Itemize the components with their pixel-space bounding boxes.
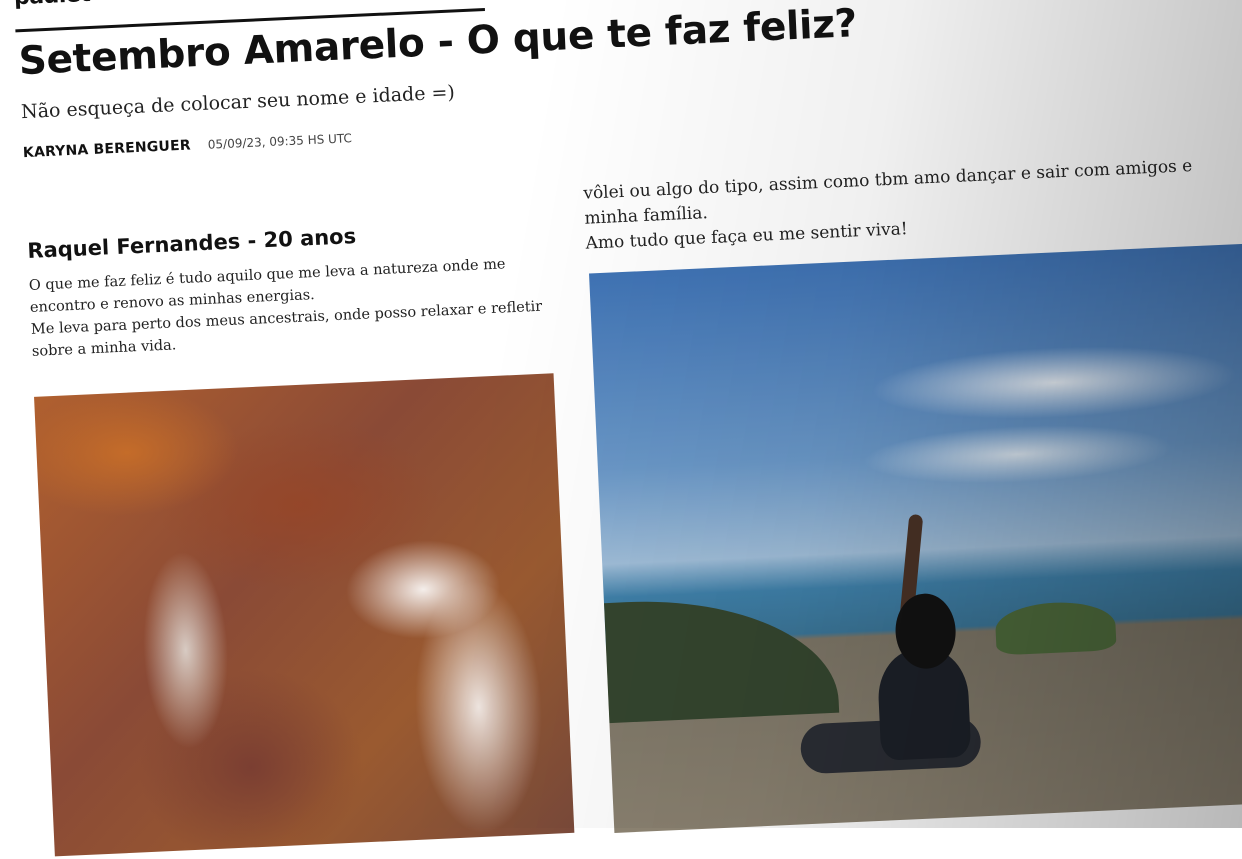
padlet-board: padlet Setembro Amarelo - O que te faz f… <box>0 0 1242 857</box>
padlet-logo[interactable]: padlet <box>13 0 90 10</box>
photo-shrub <box>994 600 1117 656</box>
board-title: Setembro Amarelo - O que te faz feliz? <box>17 1 858 85</box>
board-description: Não esqueça de colocar seu nome e idade … <box>20 81 456 124</box>
coastal-hilltop-photo[interactable] <box>589 243 1242 833</box>
board-meta: KARYNA BERENGUER 05/09/23, 09:35 HS UTC <box>22 127 353 162</box>
post-card-raquel[interactable]: Raquel Fernandes - 20 anos O que me faz … <box>27 215 552 362</box>
author-name[interactable]: KARYNA BERENGUER <box>23 138 192 162</box>
post-date: 05/09/23, 09:35 HS UTC <box>207 131 353 152</box>
post-body: vôlei ou algo do tipo, assim como tbm am… <box>583 152 1236 256</box>
waterfall-rock-photo[interactable] <box>34 373 575 857</box>
post-card-continued[interactable]: vôlei ou algo do tipo, assim como tbm am… <box>583 152 1236 256</box>
photo-hill <box>603 592 840 724</box>
post-body: O que me faz feliz é tudo aquilo que me … <box>29 251 552 362</box>
